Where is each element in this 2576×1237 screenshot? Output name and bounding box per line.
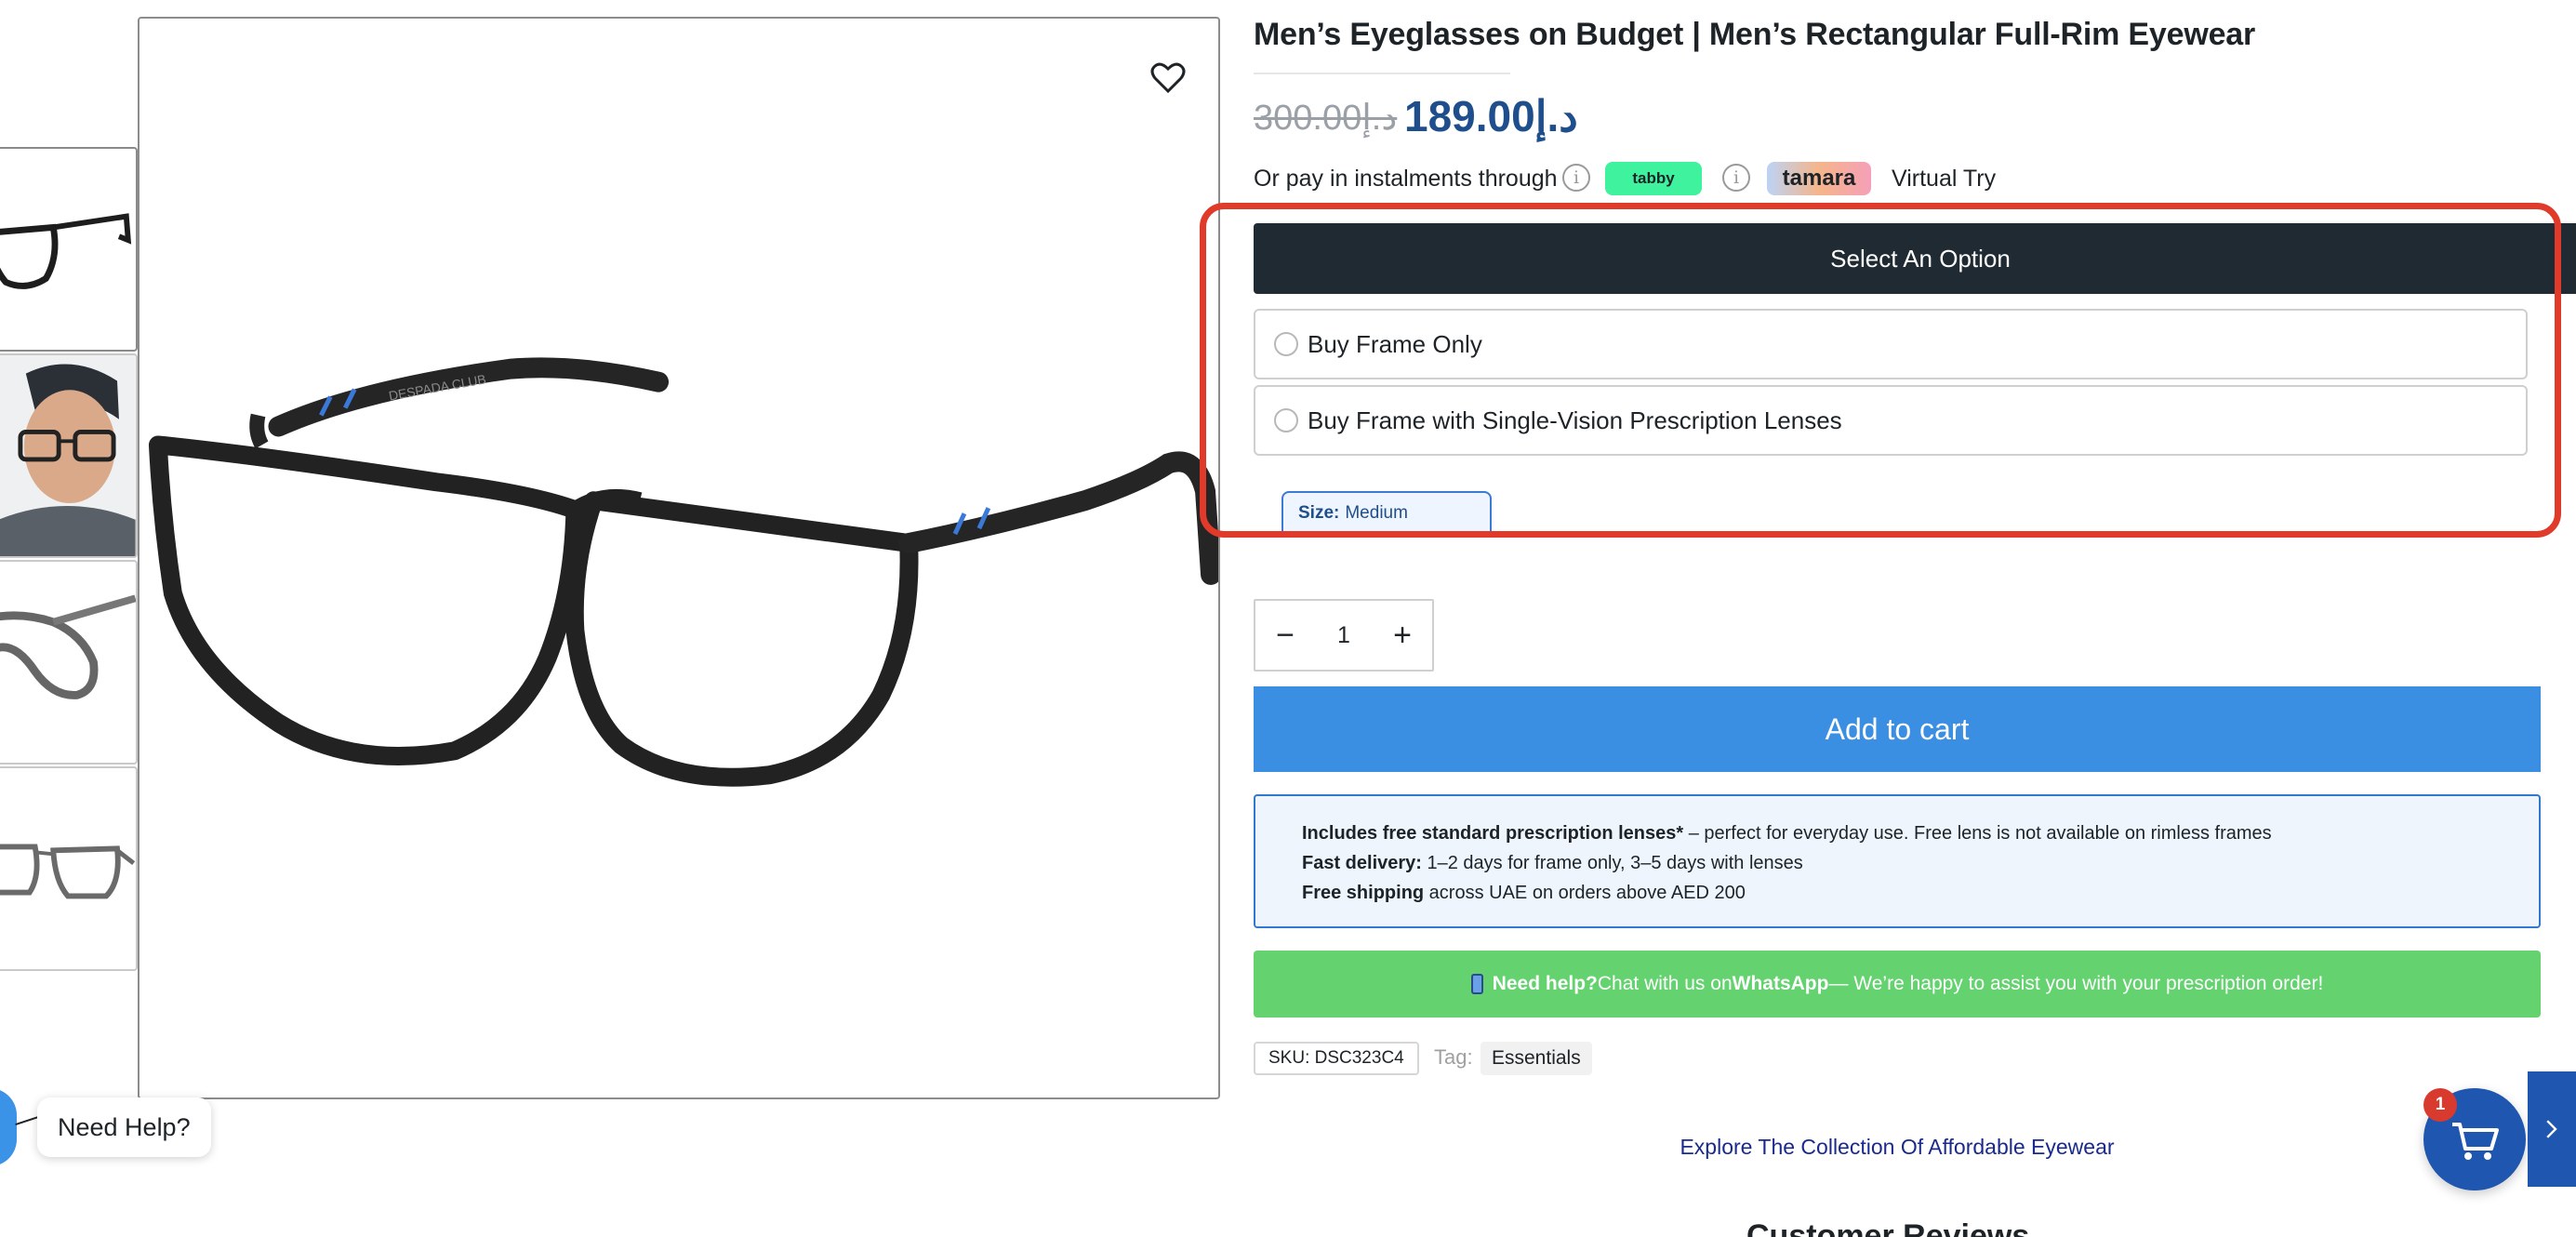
instalments-text: Or pay in instalments through: [1254, 166, 1558, 192]
quantity-decrease-button[interactable]: −: [1255, 601, 1315, 670]
radio-frame-only[interactable]: [1274, 332, 1298, 356]
product-main-image[interactable]: DESPADA CLUB: [138, 17, 1220, 1099]
select-option-header: Select An Option: [1254, 223, 2576, 294]
option-label: Buy Frame Only: [1308, 329, 1482, 358]
model-thumbnail-image: [0, 355, 136, 556]
need-help-bubble[interactable]: Need Help?: [37, 1097, 211, 1157]
cart-icon: [2452, 1123, 2499, 1160]
thumbnail-top-view[interactable]: [0, 766, 138, 971]
tabby-info-icon[interactable]: i: [1562, 164, 1590, 192]
thumbnail-side-view[interactable]: [0, 560, 138, 765]
tag-essentials-link[interactable]: Essentials: [1481, 1042, 1592, 1075]
tag-label: Tag:: [1434, 1045, 1473, 1069]
price-sale: 189.00د.إ: [1404, 92, 1578, 140]
side-thumbnail-image: [0, 594, 136, 699]
perk-free-shipping: Free shipping across UAE on orders above…: [1302, 883, 1746, 903]
option-frame-only[interactable]: Buy Frame Only: [1254, 309, 2528, 379]
size-value: Medium: [1345, 503, 1408, 523]
quantity-stepper: − 1 +: [1254, 599, 1434, 672]
price-original: 300.00د.إ: [1254, 99, 1398, 138]
cart-count-badge: 1: [2423, 1088, 2457, 1122]
explore-collection-link[interactable]: Explore The Collection Of Affordable Eye…: [1254, 1135, 2541, 1160]
tamara-info-icon[interactable]: i: [1722, 164, 1750, 192]
tamara-logo: tamara: [1767, 162, 1871, 195]
thumbnail-model-view[interactable]: [0, 353, 138, 558]
tabby-logo: tabby: [1605, 162, 1702, 195]
top-thumbnail-image: [0, 844, 136, 899]
perk-fast-delivery: Fast delivery: 1–2 days for frame only, …: [1302, 853, 1803, 873]
option-frame-with-lenses[interactable]: Buy Frame with Single-Vision Prescriptio…: [1254, 385, 2528, 456]
virtual-try-link[interactable]: Virtual Try: [1892, 166, 1996, 193]
side-panel-toggle[interactable]: [2528, 1071, 2576, 1187]
wishlist-heart-icon[interactable]: [1149, 60, 1187, 97]
option-label: Buy Frame with Single-Vision Prescriptio…: [1308, 406, 1842, 434]
quantity-increase-button[interactable]: +: [1373, 601, 1432, 670]
chat-connector-line: [15, 1116, 39, 1125]
chevron-right-icon: [2546, 1120, 2557, 1138]
instalments-row: Or pay in instalments through i tabby i …: [1254, 162, 2541, 197]
glasses-thumbnail-image: [0, 213, 132, 289]
size-key: Size:: [1298, 503, 1340, 523]
eyeglasses-image: DESPADA CLUB: [148, 357, 1218, 787]
chat-launcher-icon[interactable]: [0, 1088, 17, 1166]
perk-free-lenses: Includes free standard prescription lens…: [1302, 823, 2272, 844]
title-divider: [1254, 73, 1510, 74]
need-help-label: Need Help?: [58, 1112, 191, 1141]
product-title: Men’s Eyeglasses on Budget | Men’s Recta…: [1254, 17, 2256, 52]
sku-label: SKU: DSC323C4: [1254, 1042, 1419, 1075]
perks-info-box: Includes free standard prescription lens…: [1254, 794, 2541, 928]
mobile-phone-icon: [1470, 974, 1483, 994]
quantity-value[interactable]: 1: [1315, 622, 1373, 649]
customer-reviews-heading: Customer Reviews: [1746, 1218, 2030, 1237]
radio-frame-with-lenses[interactable]: [1274, 408, 1298, 432]
whatsapp-help-banner[interactable]: Need help? Chat with us on WhatsApp — We…: [1254, 951, 2541, 1018]
size-selector[interactable]: Size: Medium: [1281, 491, 1492, 534]
add-to-cart-button[interactable]: Add to cart: [1254, 686, 2541, 772]
thumbnail-front-view[interactable]: [0, 147, 138, 352]
